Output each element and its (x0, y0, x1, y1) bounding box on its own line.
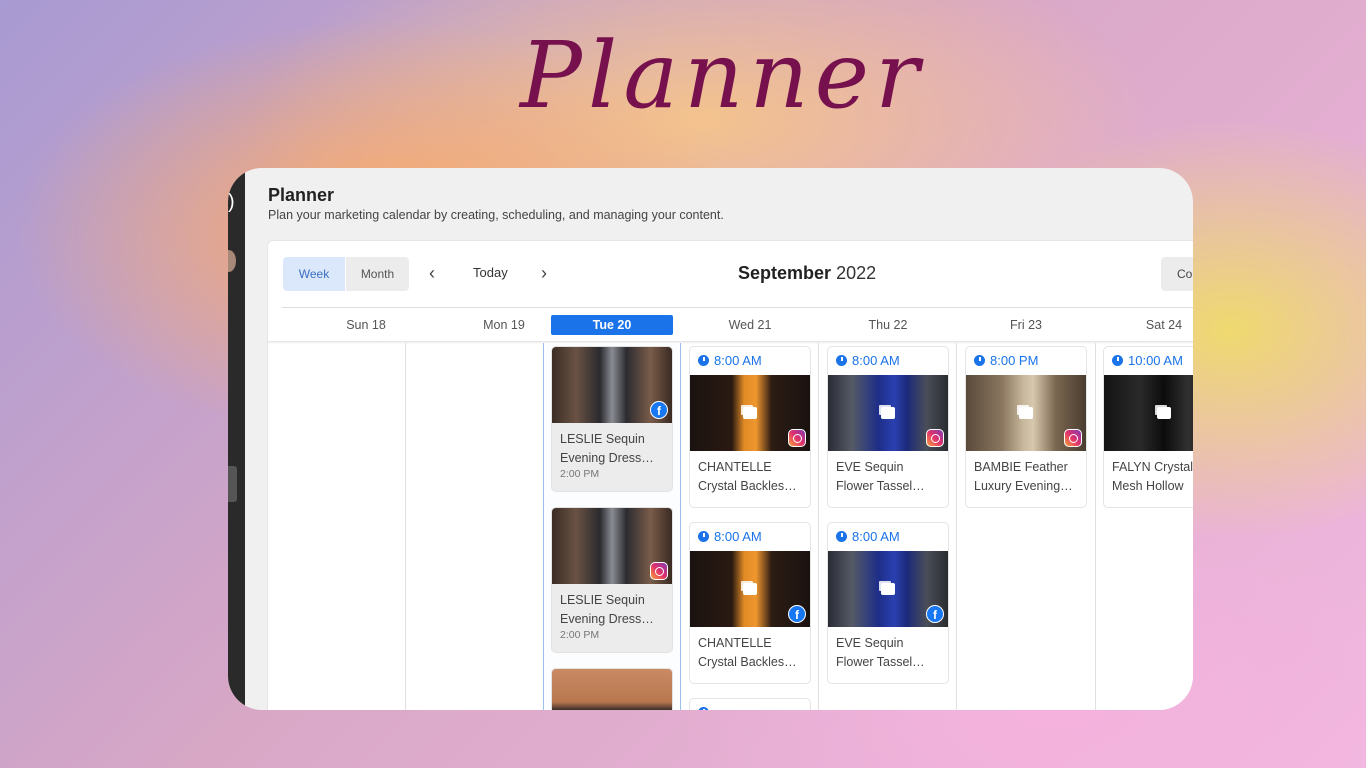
clock-icon (836, 355, 847, 366)
month-label: September (738, 263, 832, 283)
day-header-fri: Fri 23 (1010, 318, 1042, 332)
post-time: 8:00 AM (828, 523, 948, 551)
clock-icon (974, 355, 985, 366)
avatar[interactable] (228, 250, 236, 272)
toolbar-right-button[interactable]: Co (1161, 257, 1193, 291)
column-divider (405, 343, 406, 710)
post-card[interactable]: 10:00 AM FALYN Crystal Mesh Hollow (1103, 346, 1193, 508)
column-divider (818, 343, 819, 710)
post-time: 8:00 AM (828, 347, 948, 375)
post-title: EVE Sequin Flower Tassel… (836, 636, 925, 669)
post-card[interactable] (689, 698, 811, 710)
instagram-icon (1064, 429, 1082, 447)
post-time (690, 699, 810, 710)
page-subtitle: Plan your marketing calendar by creating… (268, 208, 724, 222)
post-time: 2:00 PM (560, 468, 600, 480)
post-title: EVE Sequin Flower Tassel… (836, 460, 925, 493)
instagram-icon (926, 429, 944, 447)
post-time: 8:00 AM (690, 347, 810, 375)
previous-week-icon[interactable]: ‹ (429, 261, 435, 285)
clock-icon (836, 531, 847, 542)
side-rail-handle[interactable] (228, 466, 237, 502)
day-header-tue-today: Tue 20 (551, 315, 673, 335)
post-title: LESLIE Sequin Evening Dress… (560, 593, 654, 626)
post-thumbnail (828, 375, 948, 451)
hero-title: Planner (520, 22, 926, 129)
carousel-icon (881, 583, 895, 595)
side-rail: ) (228, 168, 245, 710)
carousel-icon (881, 407, 895, 419)
column-divider (956, 343, 957, 710)
post-card[interactable] (551, 668, 673, 710)
clock-icon (698, 355, 709, 366)
app-window: ) Planner Plan your marketing calendar b… (228, 168, 1193, 710)
post-title: CHANTELLE Crystal Backles… (698, 636, 797, 669)
facebook-icon: f (788, 605, 806, 623)
post-card[interactable]: 8:00 AM EVE Sequin Flower Tassel… (827, 346, 949, 508)
day-header-mon: Mon 19 (483, 318, 525, 332)
instagram-icon (650, 562, 668, 580)
year-label: 2022 (836, 263, 877, 283)
clock-icon (1112, 355, 1123, 366)
week-view-button[interactable]: Week (283, 257, 345, 291)
clock-icon (698, 707, 709, 710)
post-thumbnail: f (552, 347, 672, 423)
today-button[interactable]: Today (473, 265, 508, 280)
instagram-icon (788, 429, 806, 447)
day-header-sun: Sun 18 (346, 318, 386, 332)
post-title: BAMBIE Feather Luxury Evening… (974, 460, 1073, 493)
next-week-icon[interactable]: › (541, 261, 547, 285)
post-thumbnail (1104, 375, 1193, 451)
post-card[interactable]: 8:00 AM f EVE Sequin Flower Tassel… (827, 522, 949, 684)
facebook-icon: f (650, 401, 668, 419)
day-header-sat: Sat 24 (1145, 318, 1183, 332)
post-card[interactable]: LESLIE Sequin Evening Dress… 2:00 PM (551, 507, 673, 653)
carousel-icon (743, 583, 757, 595)
post-thumbnail: f (690, 551, 810, 627)
post-thumbnail (966, 375, 1086, 451)
post-card[interactable]: 8:00 PM BAMBIE Feather Luxury Evening… (965, 346, 1087, 508)
post-thumbnail: f (828, 551, 948, 627)
post-thumbnail (552, 508, 672, 584)
post-time: 10:00 AM (1104, 347, 1193, 375)
month-view-button[interactable]: Month (346, 257, 409, 291)
post-title: CHANTELLE Crystal Backles… (698, 460, 797, 493)
toolbar-divider (282, 307, 1193, 308)
calendar: Week Month ‹ Today › September 2022 Co S… (267, 240, 1193, 710)
post-title: LESLIE Sequin Evening Dress… (560, 432, 654, 465)
post-time: 8:00 AM (690, 523, 810, 551)
column-divider (1095, 343, 1096, 710)
post-thumbnail (552, 669, 672, 710)
day-header-wed: Wed 21 (728, 318, 772, 332)
post-time: 8:00 PM (966, 347, 1086, 375)
app-logo-icon[interactable]: ) (228, 192, 235, 212)
clock-icon (698, 531, 709, 542)
post-time: 2:00 PM (560, 629, 600, 641)
post-title: FALYN Crystal Mesh Hollow (1112, 460, 1193, 493)
post-card[interactable]: 8:00 AM CHANTELLE Crystal Backles… (689, 346, 811, 508)
carousel-icon (1019, 407, 1033, 419)
facebook-icon: f (926, 605, 944, 623)
day-header-thu: Thu 22 (868, 318, 908, 332)
page-title: Planner (268, 185, 335, 205)
month-year-title: September 2022 (738, 263, 876, 284)
carousel-icon (743, 407, 757, 419)
carousel-icon (1157, 407, 1171, 419)
post-card[interactable]: f LESLIE Sequin Evening Dress… 2:00 PM (551, 346, 673, 492)
post-card[interactable]: 8:00 AM f CHANTELLE Crystal Backles… (689, 522, 811, 684)
post-thumbnail (690, 375, 810, 451)
header-shadow (268, 341, 1193, 344)
